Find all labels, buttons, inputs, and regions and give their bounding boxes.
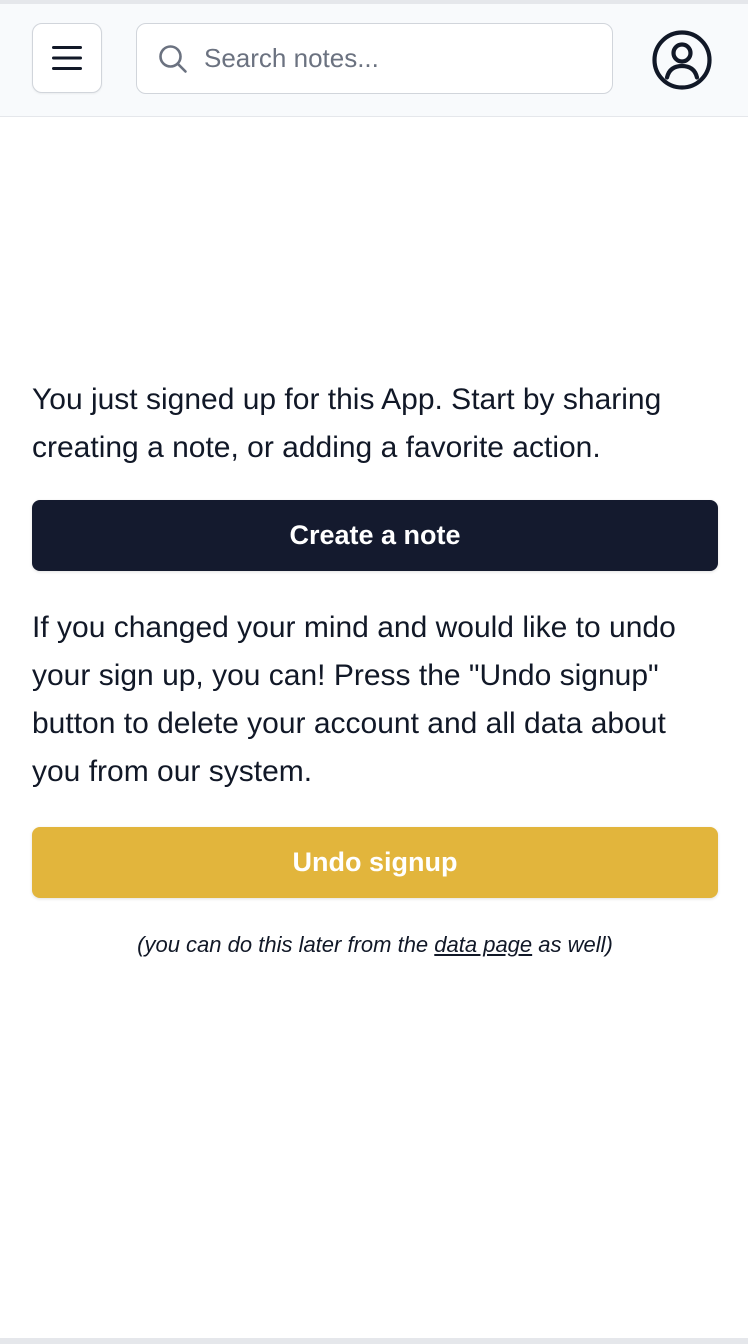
search-icon — [157, 43, 189, 75]
top-bar — [0, 4, 748, 117]
footnote-prefix: (you can do this later from the — [137, 932, 435, 957]
undo-explanation-text: If you changed your mind and would like … — [32, 611, 676, 788]
data-page-link[interactable]: data page — [434, 932, 532, 957]
app-page: You just signed up for this App. Start b… — [0, 0, 748, 1344]
user-circle-icon — [652, 30, 712, 90]
account-button[interactable] — [650, 28, 714, 92]
undo-signup-button[interactable]: Undo signup — [32, 827, 718, 898]
menu-button[interactable] — [32, 23, 102, 93]
intro-text: You just signed up for this App. Start b… — [32, 383, 662, 464]
search-input[interactable] — [202, 42, 596, 75]
welcome-content: You just signed up for this App. Start b… — [32, 376, 718, 958]
footnote-suffix: as well) — [532, 932, 613, 957]
search-box[interactable] — [136, 23, 613, 94]
create-note-button[interactable]: Create a note — [32, 500, 718, 571]
hamburger-menu-icon — [52, 46, 82, 70]
footnote: (you can do this later from the data pag… — [32, 932, 718, 958]
